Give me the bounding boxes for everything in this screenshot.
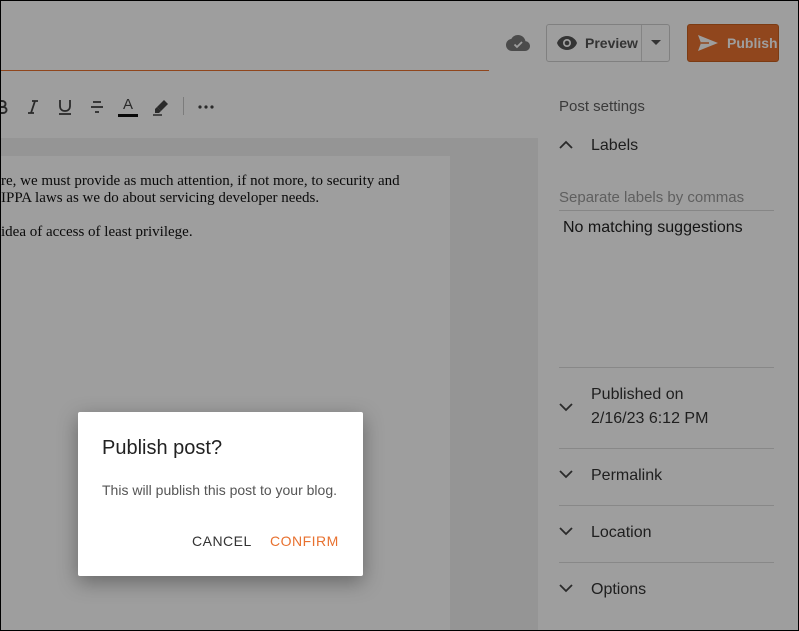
blogger-post-editor: Preview Publish A re, we must provide as… (0, 0, 799, 631)
dialog-body: This will publish this post to your blog… (102, 482, 337, 498)
dialog-title: Publish post? (102, 437, 223, 459)
cancel-button[interactable]: CANCEL (182, 528, 262, 554)
confirm-button[interactable]: CONFIRM (260, 528, 349, 554)
publish-dialog: Publish post? This will publish this pos… (78, 412, 363, 576)
